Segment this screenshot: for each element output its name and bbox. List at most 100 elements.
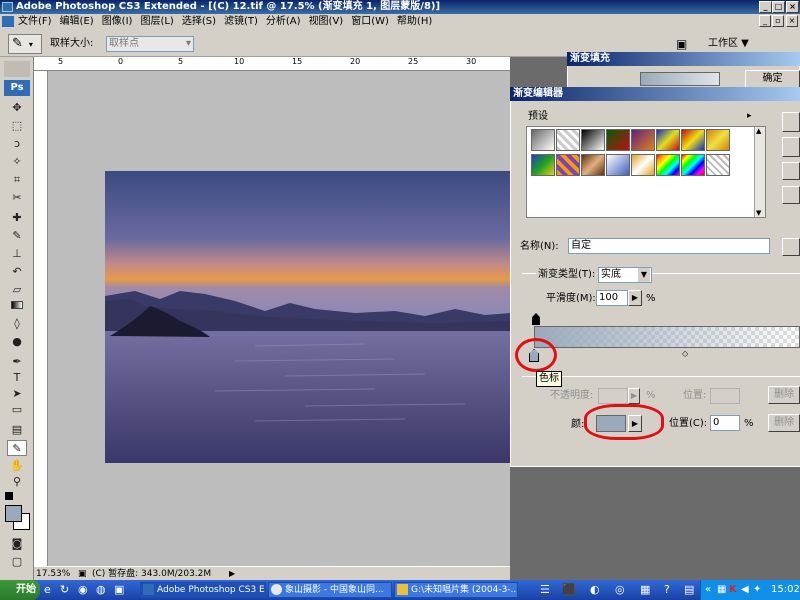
notes-tool-icon[interactable]: ▤ <box>7 422 27 438</box>
preset-swatch[interactable] <box>581 129 605 151</box>
preset-swatch[interactable] <box>631 129 655 151</box>
shape-tool-icon[interactable]: ▭ <box>7 402 27 418</box>
name-field[interactable]: 自定 <box>568 238 770 254</box>
toolbox-grip[interactable] <box>4 61 30 77</box>
preset-swatch[interactable] <box>581 154 605 176</box>
smoothness-field[interactable]: 100 <box>596 290 628 306</box>
tray-security-icon[interactable]: ✦ <box>753 580 761 600</box>
doc-close-button[interactable]: × <box>786 15 798 27</box>
type-tool-icon[interactable]: T <box>7 370 27 386</box>
move-tool-icon[interactable]: ✥ <box>7 100 27 116</box>
sample-size-select[interactable]: 取样点 ▾ <box>106 36 194 52</box>
gradient-type-select[interactable]: 实底 ▼ <box>598 267 652 283</box>
smoothness-arrow-button[interactable]: ▶ <box>628 290 642 306</box>
preset-swatch[interactable] <box>531 154 555 176</box>
lasso-tool-icon[interactable]: ↄ <box>7 136 27 152</box>
preset-swatch[interactable] <box>706 129 730 151</box>
doc-restore-button[interactable]: ▫ <box>772 15 784 27</box>
menu-file[interactable]: 文件(F) <box>18 16 52 27</box>
preset-swatch[interactable] <box>606 154 630 176</box>
menu-edit[interactable]: 编辑(E) <box>60 16 94 27</box>
editor-new-button[interactable] <box>782 238 800 256</box>
preset-swatch[interactable] <box>556 154 580 176</box>
palette-well-icon[interactable]: ▣ <box>676 37 687 51</box>
crop-tool-icon[interactable]: ⌗ <box>7 172 27 188</box>
color-position-field[interactable]: 0 <box>710 415 740 431</box>
minimize-button[interactable]: _ <box>759 1 772 13</box>
quick-mask-icon[interactable]: ◙ <box>7 536 27 552</box>
editor-save-button[interactable] <box>782 186 800 204</box>
gradient-tool-icon[interactable] <box>7 298 27 314</box>
close-button[interactable]: × <box>786 1 799 13</box>
menu-filter[interactable]: 滤镜(T) <box>224 16 258 27</box>
preset-swatch[interactable] <box>656 129 680 151</box>
slice-tool-icon[interactable]: ✂ <box>7 190 27 206</box>
maximize-button[interactable]: □ <box>772 1 785 13</box>
preset-swatch[interactable] <box>706 154 730 176</box>
midpoint-diamond[interactable]: ◇ <box>682 349 688 358</box>
gradient-fill-ok-button[interactable]: 确定 <box>745 70 800 88</box>
zoom-tool-icon[interactable]: ⚲ <box>7 474 27 490</box>
preset-swatch[interactable] <box>631 154 655 176</box>
presets-scrollbar[interactable]: ▲ ▼ <box>754 127 765 217</box>
zoom-level[interactable]: 17.53% <box>36 567 70 581</box>
help-icon[interactable]: ? <box>664 583 670 596</box>
marquee-tool-icon[interactable]: ⬚ <box>7 118 27 134</box>
menu-layer[interactable]: 图层(L) <box>140 16 173 27</box>
menu-view[interactable]: 视图(V) <box>309 16 344 27</box>
menu-help[interactable]: 帮助(H) <box>397 16 432 27</box>
gradient-bar[interactable] <box>534 326 800 348</box>
taskbar-app-icon[interactable]: ◐ <box>590 583 600 596</box>
taskbar-app-icon[interactable]: ◎ <box>615 583 625 596</box>
menu-select[interactable]: 选择(S) <box>182 16 216 27</box>
scroll-up-icon[interactable]: ▲ <box>756 127 761 135</box>
editor-ok-button[interactable] <box>782 112 800 132</box>
quicklaunch-ie-icon[interactable]: e <box>44 583 51 596</box>
hand-tool-icon[interactable]: ✋ <box>7 458 27 474</box>
taskbar-app-icon[interactable]: ▦ <box>640 583 650 596</box>
menu-image[interactable]: 图像(I) <box>102 16 133 27</box>
path-selection-icon[interactable]: ➤ <box>7 386 27 402</box>
tray-arrow-icon[interactable]: « <box>705 580 711 600</box>
tray-network-icon[interactable]: ▦ <box>717 580 726 600</box>
task-browser[interactable]: 象山摄影 - 中国象山同... <box>268 582 392 598</box>
screen-mode-icon[interactable]: ▢ <box>7 554 27 570</box>
photoshop-logo[interactable]: Ps <box>4 80 30 96</box>
status-menu-icon[interactable]: ▣ <box>78 567 87 581</box>
healing-brush-icon[interactable]: ✚ <box>7 210 27 226</box>
editor-load-button[interactable] <box>782 162 800 180</box>
editor-reset-button[interactable] <box>782 137 800 157</box>
preset-swatch[interactable] <box>681 154 705 176</box>
doc-minimize-button[interactable]: _ <box>759 15 771 27</box>
clone-stamp-icon[interactable]: ⊥ <box>7 246 27 262</box>
status-arrow-icon[interactable]: ▶ <box>229 567 235 581</box>
presets-menu-icon[interactable]: ▸ <box>747 111 752 121</box>
scroll-down-icon[interactable]: ▼ <box>756 209 761 217</box>
taskbar-app-icon[interactable]: ▤ <box>684 583 694 596</box>
gradient-fill-preview[interactable] <box>640 72 720 86</box>
preset-swatch[interactable] <box>656 154 680 176</box>
quicklaunch-desktop-icon[interactable]: ▣ <box>114 583 124 596</box>
taskbar-app-icon[interactable]: ⬛ <box>562 583 576 596</box>
tool-preset-picker[interactable]: ✎ ▾ <box>8 34 42 54</box>
preset-swatch[interactable] <box>606 129 630 151</box>
dodge-tool-icon[interactable]: ● <box>7 334 27 350</box>
preset-swatch[interactable] <box>681 129 705 151</box>
start-button[interactable]: 开始 <box>0 580 40 600</box>
blur-tool-icon[interactable]: ◊ <box>7 316 27 332</box>
magic-wand-tool-icon[interactable]: ✧ <box>7 154 27 170</box>
quicklaunch-refresh-icon[interactable]: ↻ <box>60 583 69 596</box>
task-photoshop[interactable]: Adobe Photoshop CS3 E... <box>140 582 266 598</box>
menu-analysis[interactable]: 分析(A) <box>266 16 301 27</box>
eraser-tool-icon[interactable]: ▱ <box>7 282 27 298</box>
menu-window[interactable]: 窗口(W) <box>351 16 389 27</box>
brush-tool-icon[interactable]: ✎ <box>7 228 27 244</box>
preset-swatch[interactable] <box>556 129 580 151</box>
tray-volume-icon[interactable]: ◀ <box>741 580 749 600</box>
task-folder[interactable]: G:\未知唱片集 (2004-3-... <box>394 582 518 598</box>
workspace-menu[interactable]: 工作区 ▼ <box>708 37 749 51</box>
pen-tool-icon[interactable]: ✒ <box>7 354 27 370</box>
quicklaunch-media-icon[interactable]: ◉ <box>78 583 88 596</box>
tray-antivirus-icon[interactable]: K <box>729 580 737 600</box>
history-brush-icon[interactable]: ↶ <box>7 264 27 280</box>
